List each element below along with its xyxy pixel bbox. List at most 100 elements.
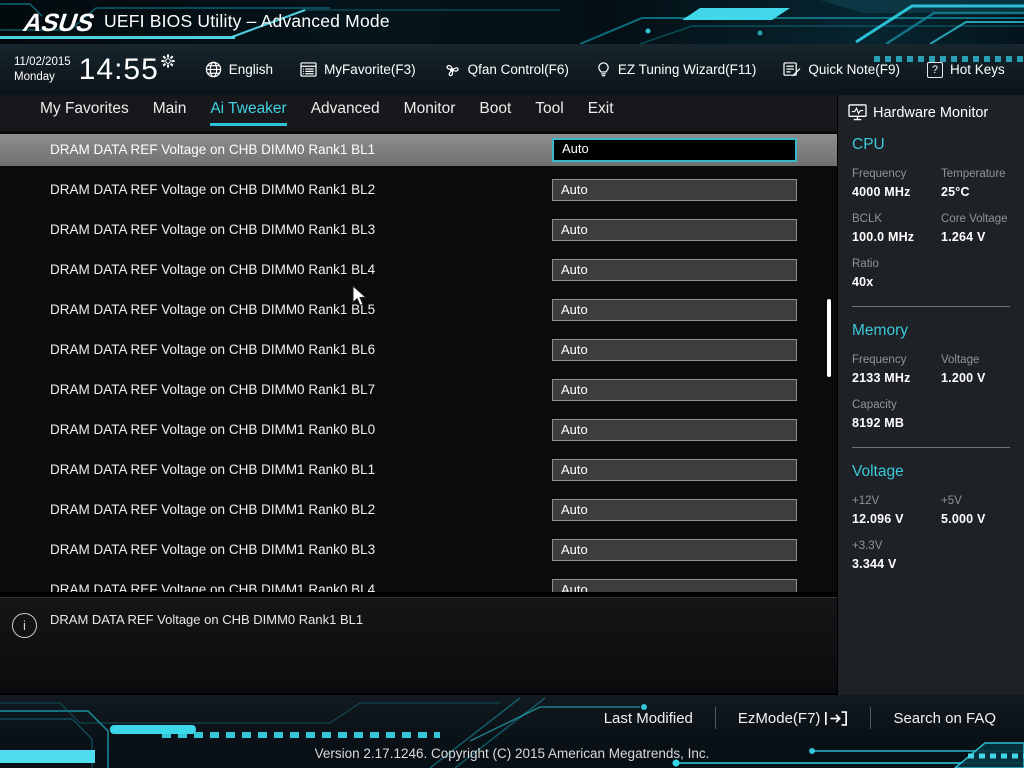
hw-stat-label: Voltage xyxy=(941,354,1010,366)
myfavorite-button[interactable]: MyFavorite(F3) xyxy=(300,62,416,77)
setting-row[interactable]: DRAM DATA REF Voltage on CHB DIMM1 Rank0… xyxy=(0,574,837,592)
hw-stat: +5V 5.000 V xyxy=(941,495,1010,526)
setting-value-dropdown[interactable]: Auto xyxy=(552,339,797,361)
tab-main[interactable]: Main xyxy=(153,100,187,126)
hw-stat-label: +12V xyxy=(852,495,941,507)
hw-stat: BCLK100.0 MHz xyxy=(852,213,941,244)
setting-label: DRAM DATA REF Voltage on CHB DIMM0 Rank1… xyxy=(50,342,375,357)
settings-list: DRAM DATA REF Voltage on CHB DIMM0 Rank1… xyxy=(0,131,837,592)
setting-value-dropdown[interactable]: Auto xyxy=(552,579,797,592)
setting-row[interactable]: DRAM DATA REF Voltage on CHB DIMM0 Rank1… xyxy=(0,214,837,254)
setting-row[interactable]: DRAM DATA REF Voltage on CHB DIMM0 Rank1… xyxy=(0,374,837,414)
quick-note-button[interactable]: Quick Note(F9) xyxy=(783,62,900,78)
hw-stat-value: 8192 MB xyxy=(852,416,941,430)
tab-boot[interactable]: Boot xyxy=(479,100,511,126)
hw-section-title-memory: Memory xyxy=(852,322,1010,340)
setting-value-dropdown[interactable]: Auto xyxy=(552,419,797,441)
scrollbar-thumb[interactable] xyxy=(827,299,831,377)
time-settings-gear-icon[interactable] xyxy=(161,54,175,68)
nav-tabs: My Favorites Main Ai Tweaker Advanced Monito… xyxy=(0,95,837,131)
hardware-monitor-panel: Hardware Monitor CPUFrequency4000 MHzTem… xyxy=(838,95,1024,695)
hw-stat-label: Temperature xyxy=(941,168,1010,180)
qfan-control-button[interactable]: Qfan Control(F6) xyxy=(443,62,569,78)
hw-stat: Frequency 4000 MHz xyxy=(852,168,941,199)
info-icon: i xyxy=(12,613,37,638)
hw-stat-value: 1.264 V xyxy=(941,230,1010,244)
search-on-faq-button[interactable]: Search on FAQ xyxy=(871,710,1018,727)
tab-exit[interactable]: Exit xyxy=(588,100,614,126)
hardware-monitor-header: Hardware Monitor xyxy=(838,95,1024,121)
hw-stat: Ratio40x xyxy=(852,258,941,289)
lightbulb-icon xyxy=(596,61,611,78)
setting-row[interactable]: DRAM DATA REF Voltage on CHB DIMM0 Rank1… xyxy=(0,294,837,334)
page-title: UEFI BIOS Utility – Advanced Mode xyxy=(104,11,390,32)
date-display: 11/02/2015 Monday xyxy=(14,55,71,84)
setting-value-dropdown[interactable]: Auto xyxy=(552,379,797,401)
globe-icon xyxy=(205,61,222,78)
hardware-monitor-title: Hardware Monitor xyxy=(873,105,988,121)
setting-label: DRAM DATA REF Voltage on CHB DIMM0 Rank1… xyxy=(50,302,375,317)
hw-section-divider xyxy=(852,447,1010,448)
setting-value-dropdown[interactable]: Auto xyxy=(552,219,797,241)
setting-label: DRAM DATA REF Voltage on CHB DIMM0 Rank1… xyxy=(50,262,375,277)
hw-stat-label: BCLK xyxy=(852,213,941,225)
bios-screen: ASUS UEFI BIOS Utility – Advanced Mode 1… xyxy=(0,0,1024,768)
toolbar: 11/02/2015 Monday 14:55 xyxy=(0,44,1024,95)
hw-stat: Capacity 8192 MB xyxy=(852,399,941,430)
hot-keys-button[interactable]: ? Hot Keys xyxy=(927,62,1005,78)
ezmode-button[interactable]: EzMode(F7) xyxy=(716,710,871,727)
setting-value-dropdown[interactable]: Auto xyxy=(552,259,797,281)
question-box-icon: ? xyxy=(927,62,943,78)
setting-row[interactable]: DRAM DATA REF Voltage on CHB DIMM1 Rank0… xyxy=(0,534,837,574)
setting-label: DRAM DATA REF Voltage on CHB DIMM0 Rank1… xyxy=(50,142,375,157)
last-modified-button[interactable]: Last Modified xyxy=(582,710,715,727)
hw-stat-value: 5.000 V xyxy=(941,512,1010,526)
hw-section-divider xyxy=(852,306,1010,307)
setting-value-dropdown[interactable]: Auto xyxy=(552,138,797,162)
hw-sections: CPUFrequency4000 MHzTemperature25°CBCLK1… xyxy=(838,136,1024,571)
hw-stat-label: Core Voltage xyxy=(941,213,1010,225)
setting-label: DRAM DATA REF Voltage on CHB DIMM1 Rank0… xyxy=(50,502,375,517)
asus-logo: ASUS xyxy=(19,9,98,38)
setting-row[interactable]: DRAM DATA REF Voltage on CHB DIMM0 Rank1… xyxy=(0,254,837,294)
hw-stat: Temperature25°C xyxy=(941,168,1010,199)
setting-row[interactable]: DRAM DATA REF Voltage on CHB DIMM0 Rank1… xyxy=(0,174,837,214)
hw-stat-label: +3.3V xyxy=(852,540,941,552)
tab-advanced[interactable]: Advanced xyxy=(311,100,380,126)
setting-label: DRAM DATA REF Voltage on CHB DIMM1 Rank0… xyxy=(50,582,375,592)
help-info-panel: i DRAM DATA REF Voltage on CHB DIMM0 Ran… xyxy=(0,597,837,693)
hw-stat-value: 3.344 V xyxy=(852,557,941,571)
setting-row[interactable]: DRAM DATA REF Voltage on CHB DIMM1 Rank0… xyxy=(0,494,837,534)
setting-row[interactable]: DRAM DATA REF Voltage on CHB DIMM1 Rank0… xyxy=(0,414,837,454)
hw-stat-label: +5V xyxy=(941,495,1010,507)
setting-value-dropdown[interactable]: Auto xyxy=(552,499,797,521)
tab-tool[interactable]: Tool xyxy=(535,100,563,126)
tab-monitor[interactable]: Monitor xyxy=(404,100,456,126)
setting-value-dropdown[interactable]: Auto xyxy=(552,299,797,321)
fan-icon xyxy=(443,62,461,78)
setting-value-dropdown[interactable]: Auto xyxy=(552,539,797,561)
hw-stat-label: Frequency xyxy=(852,168,941,180)
setting-row[interactable]: DRAM DATA REF Voltage on CHB DIMM0 Rank1… xyxy=(0,334,837,374)
ez-tuning-wizard-button[interactable]: EZ Tuning Wizard(F11) xyxy=(596,61,757,78)
datetime-display: 11/02/2015 Monday 14:55 xyxy=(14,53,175,87)
footer: Last Modified EzMode(F7) Search on FAQ xyxy=(0,695,1024,768)
footer-actions: Last Modified EzMode(F7) Search on FAQ xyxy=(582,695,1018,741)
tab-my-favorites[interactable]: My Favorites xyxy=(40,100,129,126)
setting-row[interactable]: DRAM DATA REF Voltage on CHB DIMM0 Rank1… xyxy=(0,134,837,174)
ezmode-exit-icon xyxy=(824,710,848,727)
hw-stat: +12V12.096 V xyxy=(852,495,941,526)
setting-value-dropdown[interactable]: Auto xyxy=(552,179,797,201)
hw-stat-value: 40x xyxy=(852,275,941,289)
setting-label: DRAM DATA REF Voltage on CHB DIMM0 Rank1… xyxy=(50,182,375,197)
setting-value-dropdown[interactable]: Auto xyxy=(552,459,797,481)
hw-stat-value: 4000 MHz xyxy=(852,185,941,199)
language-button[interactable]: English xyxy=(205,61,273,78)
hw-stat-label: Capacity xyxy=(852,399,941,411)
help-info-text: DRAM DATA REF Voltage on CHB DIMM0 Rank1… xyxy=(50,612,363,627)
tab-ai-tweaker[interactable]: Ai Tweaker xyxy=(210,100,286,126)
hw-stat-value: 1.200 V xyxy=(941,371,1010,385)
title-banner: ASUS UEFI BIOS Utility – Advanced Mode xyxy=(0,0,1024,44)
setting-row[interactable]: DRAM DATA REF Voltage on CHB DIMM1 Rank0… xyxy=(0,454,837,494)
setting-label: DRAM DATA REF Voltage on CHB DIMM1 Rank0… xyxy=(50,542,375,557)
